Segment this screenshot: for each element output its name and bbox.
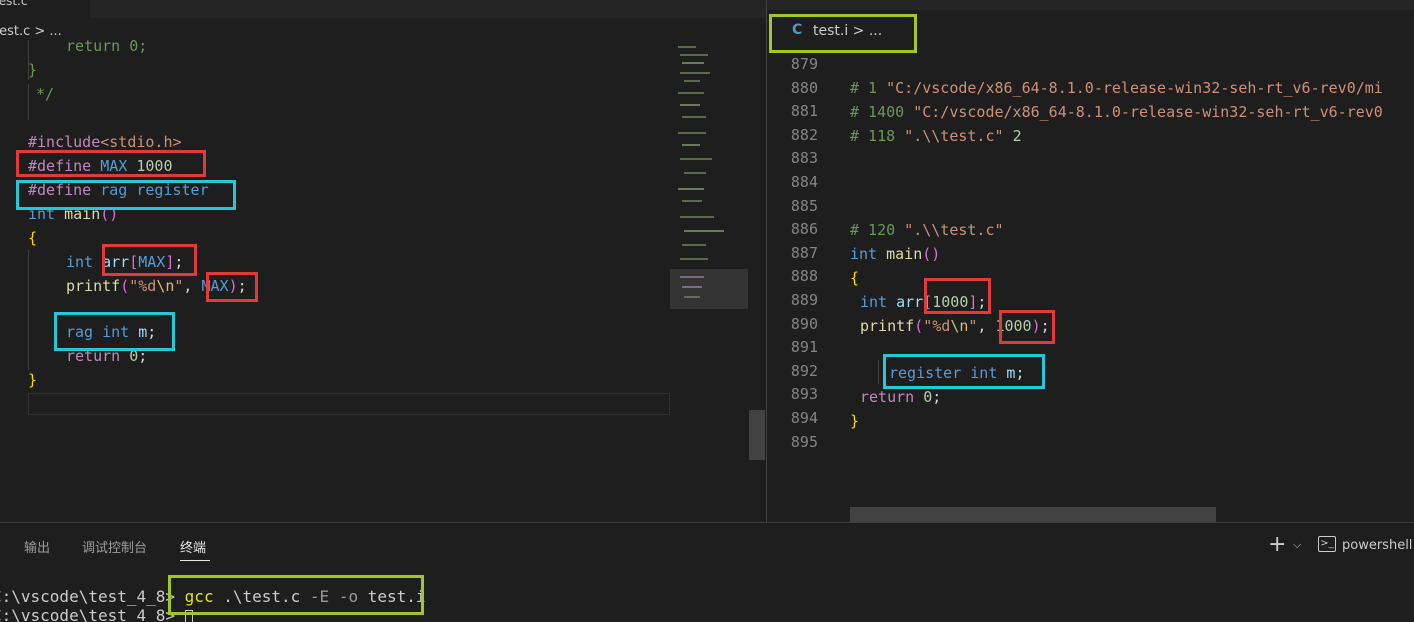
token: int (860, 293, 888, 311)
token: printf (860, 317, 915, 335)
token: return (860, 388, 915, 406)
token: "C:/vscode/x86_64-8.1.0-release-win32-se… (913, 103, 1383, 121)
line-number: 889 (790, 291, 818, 309)
line-number: 890 (790, 314, 818, 333)
scrollbar-thumb[interactable] (749, 410, 765, 460)
right-tab-bar (767, 0, 1414, 10)
line-number: 885 (790, 196, 818, 215)
indent-guide (28, 250, 29, 370)
terminal-prompt: C:\vscode\test_4_8> (0, 587, 176, 606)
line-number: 883 (790, 149, 818, 168)
code-line[interactable]: { (28, 226, 37, 250)
token: ( (914, 317, 924, 335)
token: arr (896, 293, 924, 311)
token: , (183, 277, 202, 295)
code-line[interactable]: int main() (850, 242, 940, 266)
token: # 1 (850, 79, 878, 97)
code-line[interactable]: */ (36, 82, 54, 106)
token: 2 (1012, 127, 1022, 145)
tab-label: test.c (0, 0, 28, 8)
highlight-define-rag (16, 180, 236, 210)
code-line[interactable]: } (28, 58, 37, 82)
highlight-printf-1000 (999, 310, 1055, 344)
line-number: 880 (790, 78, 818, 97)
tab-output[interactable]: 输出 (24, 537, 50, 556)
indent-guide (878, 360, 879, 384)
current-line-highlight (28, 393, 670, 415)
active-tab-indicator (180, 560, 210, 561)
token: 0 (923, 388, 933, 406)
breadcrumb[interactable]: test.c > ... (0, 24, 62, 39)
code-line[interactable]: } (28, 368, 37, 392)
token: , (977, 317, 996, 335)
code-line[interactable]: # 120 ".\\test.c" (850, 218, 1004, 242)
token: "C:/vscode/x86_64-8.1.0-release-win32-se… (886, 79, 1383, 97)
terminal-prompt: C:\vscode\test_4_8> (0, 606, 176, 622)
highlight-register-int-m (883, 354, 1045, 389)
token: } (850, 412, 860, 430)
line-number: 892 (790, 361, 818, 380)
line-number: 888 (790, 267, 818, 286)
shell-label[interactable]: powershell (1342, 538, 1412, 553)
token: \n (950, 317, 969, 335)
left-tab-bar (0, 0, 766, 18)
code-line[interactable]: # 118 ".\\test.c" 2 (850, 124, 1022, 148)
token: ".\\test.c" (904, 221, 1004, 239)
token: # 118 (850, 127, 896, 145)
tab-debug-console[interactable]: 调试控制台 (82, 537, 147, 556)
token: printf (66, 277, 121, 295)
terminal-icon: >_ (1318, 536, 1336, 552)
token: \n (156, 277, 175, 295)
highlight-arr-max (102, 244, 197, 276)
code-line[interactable]: { (850, 266, 859, 290)
tab-terminal[interactable]: 终端 (180, 537, 206, 556)
token: ".\\test.c" (904, 127, 1004, 145)
token: "%d (129, 277, 157, 295)
terminal-line[interactable]: C:\vscode\test_4_8> (0, 605, 193, 622)
line-number: 895 (790, 432, 818, 451)
token: int (66, 253, 94, 271)
highlight-arr-1000 (924, 278, 991, 314)
horizontal-scrollbar-thumb[interactable] (850, 507, 1216, 522)
line-number: 879 (790, 55, 818, 73)
highlight-rag-int-m (54, 312, 175, 351)
line-number: 891 (790, 338, 818, 357)
add-terminal-icon[interactable]: + (1268, 532, 1286, 557)
line-number: 887 (790, 243, 818, 262)
token: # 120 (850, 221, 896, 239)
token: int (850, 245, 878, 263)
token: main (886, 245, 923, 263)
code-line[interactable]: return 0; (66, 34, 147, 58)
token: # 1400 (850, 103, 905, 121)
token: "%d (923, 317, 951, 335)
highlight-breadcrumb-test-i (769, 14, 917, 53)
code-line[interactable]: # 1 "C:/vscode/x86_64-8.1.0-release-win3… (850, 76, 1383, 100)
token: ( (120, 277, 130, 295)
token: */ (36, 85, 55, 103)
highlight-gcc-command (168, 575, 424, 615)
line-number: 884 (790, 173, 818, 191)
highlight-define-max (16, 150, 206, 177)
token: { (850, 269, 860, 287)
line-number: 886 (790, 220, 818, 239)
token: () (922, 245, 941, 263)
line-number: 881 (790, 102, 818, 121)
token: #include (28, 133, 101, 151)
highlight-printf-max (206, 272, 258, 302)
line-number: 882 (790, 125, 818, 144)
token: ; (932, 388, 942, 406)
code-line[interactable]: } (850, 409, 859, 433)
minimap-slider[interactable] (670, 269, 748, 309)
line-number: 893 (790, 385, 818, 404)
token: <stdio.h> (100, 133, 182, 151)
token: } (28, 61, 38, 79)
line-number: 894 (790, 409, 818, 427)
token: } (28, 371, 38, 389)
chevron-down-icon[interactable]: ⌵ (1293, 538, 1301, 552)
token: { (28, 229, 38, 247)
tab-test-c[interactable]: test.c (0, 0, 90, 18)
code-line[interactable]: # 1400 "C:/vscode/x86_64-8.1.0-release-w… (850, 100, 1383, 124)
indent-guide (28, 84, 29, 120)
